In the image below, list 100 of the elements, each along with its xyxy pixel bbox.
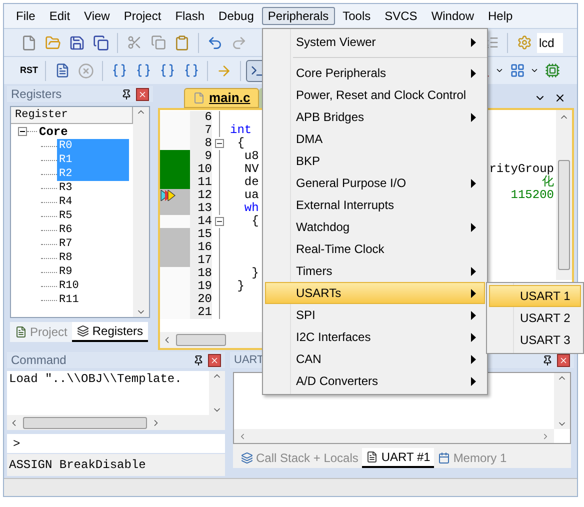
menu-item[interactable]: A/D Converters — [265, 370, 485, 392]
tree-item[interactable]: R11 — [57, 293, 129, 307]
line-number: 11 — [190, 176, 212, 189]
vertical-scrollbar[interactable] — [554, 373, 570, 429]
panel-tab[interactable]: Registers — [72, 322, 148, 342]
tree-item[interactable]: R4 — [57, 195, 129, 209]
menu-item[interactable]: APB Bridges — [265, 106, 485, 128]
menu-item[interactable]: Edit — [43, 7, 76, 25]
pin-icon[interactable] — [121, 88, 132, 100]
menu-item[interactable]: System Viewer — [265, 31, 485, 53]
tree-item[interactable]: R7 — [57, 237, 129, 251]
tree-item[interactable]: R3 — [57, 181, 129, 195]
command-input[interactable]: > — [7, 434, 225, 453]
tree-item[interactable]: R10 — [57, 279, 129, 293]
menu-item[interactable]: Window — [425, 7, 480, 25]
layers-icon — [241, 452, 253, 464]
collapse-icon[interactable] — [18, 127, 27, 136]
menu-item[interactable]: Real-Time Clock — [265, 238, 485, 260]
scroll-thumb[interactable] — [23, 416, 147, 429]
menu-item[interactable]: USARTs — [265, 282, 485, 304]
line-number: 18 — [190, 267, 212, 280]
tree-item[interactable]: Core — [37, 122, 68, 140]
column-header[interactable]: Register — [11, 107, 133, 124]
tree-item[interactable]: R5 — [57, 209, 129, 223]
code-line: ua — [243, 189, 259, 202]
close-button[interactable] — [557, 354, 570, 366]
fold-icon[interactable] — [214, 139, 224, 148]
code-line: } — [250, 267, 259, 280]
menu-item[interactable]: Tools — [336, 7, 377, 25]
file-tab[interactable]: main.c — [184, 88, 260, 108]
code-line: { — [250, 215, 259, 228]
code-line: } — [236, 280, 244, 293]
code-line: NV — [243, 163, 259, 176]
panel-title: Command — [11, 352, 66, 369]
line-number: 14 — [190, 215, 212, 228]
menu-item[interactable]: Watchdog — [265, 216, 485, 238]
menu-item[interactable]: General Purpose I/O — [265, 172, 485, 194]
pin-icon[interactable] — [542, 354, 553, 366]
close-icon — [210, 356, 219, 364]
menu-item[interactable]: SVCS — [378, 7, 424, 25]
menu-item[interactable]: Peripherals — [262, 7, 335, 25]
line-number: 21 — [190, 306, 212, 319]
reset-button[interactable]: RST — [18, 60, 40, 82]
menu-item[interactable]: Power, Reset and Clock Control — [265, 84, 485, 106]
menu-item[interactable]: Debug — [212, 7, 260, 25]
scroll-thumb[interactable] — [176, 334, 226, 346]
scroll-thumb[interactable] — [558, 160, 570, 270]
scroll-right-icon[interactable] — [541, 432, 550, 440]
menu-item[interactable]: File — [10, 7, 42, 25]
line-number: 20 — [190, 293, 212, 306]
line-number: 10 — [190, 163, 212, 176]
code-line: int — [230, 124, 252, 137]
line-number: 7 — [190, 124, 212, 137]
line-number: 17 — [190, 254, 212, 267]
menu-item[interactable]: SPI — [265, 304, 485, 326]
menu-item[interactable]: DMA — [265, 128, 485, 150]
command-hint: ASSIGN BreakDisable — [7, 454, 225, 476]
code-line: 115200 — [510, 189, 555, 202]
code-line: 化 — [542, 176, 555, 189]
fold-icon[interactable] — [214, 217, 224, 226]
code-line: { — [236, 137, 244, 150]
menu-item[interactable]: USART 3 — [489, 329, 581, 351]
tree-connector — [27, 131, 37, 132]
horizontal-scrollbar[interactable] — [7, 415, 225, 430]
close-button[interactable] — [136, 88, 149, 100]
menu-item[interactable]: View — [78, 7, 116, 25]
close-icon[interactable] — [554, 92, 566, 104]
line-number: 13 — [190, 202, 212, 215]
menu-item[interactable]: BKP — [265, 150, 485, 172]
code-line: wh — [243, 202, 259, 215]
menu-item[interactable]: USART 1 — [489, 285, 581, 307]
command-output: Load "..\\OBJ\\Template. — [8, 371, 183, 387]
menu-item[interactable]: CAN — [265, 348, 485, 370]
tree-item[interactable]: R9 — [57, 265, 129, 279]
document-icon — [366, 451, 378, 463]
vertical-scrollbar[interactable] — [209, 371, 225, 415]
calendar-icon — [438, 452, 450, 464]
tree-item[interactable]: R8 — [57, 251, 129, 265]
menu-item[interactable]: Flash — [169, 7, 211, 25]
menu-item[interactable]: External Interrupts — [265, 194, 485, 216]
target-field[interactable]: lcd — [537, 32, 563, 52]
menu-item[interactable]: USART 2 — [489, 307, 581, 329]
vertical-scrollbar[interactable] — [133, 107, 149, 317]
menu-item[interactable]: Core Peripherals — [265, 62, 485, 84]
tree-item[interactable]: R6 — [57, 223, 129, 237]
vertical-scrollbar[interactable] — [556, 110, 572, 280]
close-button[interactable] — [208, 354, 221, 366]
scroll-left-icon[interactable] — [238, 432, 247, 440]
panel-tab[interactable]: UART #1 — [362, 448, 434, 468]
pin-icon[interactable] — [193, 354, 204, 366]
close-icon — [138, 90, 147, 98]
menu-item[interactable]: Project — [118, 7, 168, 25]
menu-item[interactable]: Help — [482, 7, 519, 25]
line-number: 9 — [190, 150, 212, 163]
document-icon — [15, 326, 27, 338]
line-number: 16 — [190, 241, 212, 254]
line-number: 12 — [190, 189, 212, 202]
menu-item[interactable]: Timers — [265, 260, 485, 282]
menu-item[interactable]: I2C Interfaces — [265, 326, 485, 348]
horizontal-scrollbar[interactable] — [234, 429, 554, 443]
